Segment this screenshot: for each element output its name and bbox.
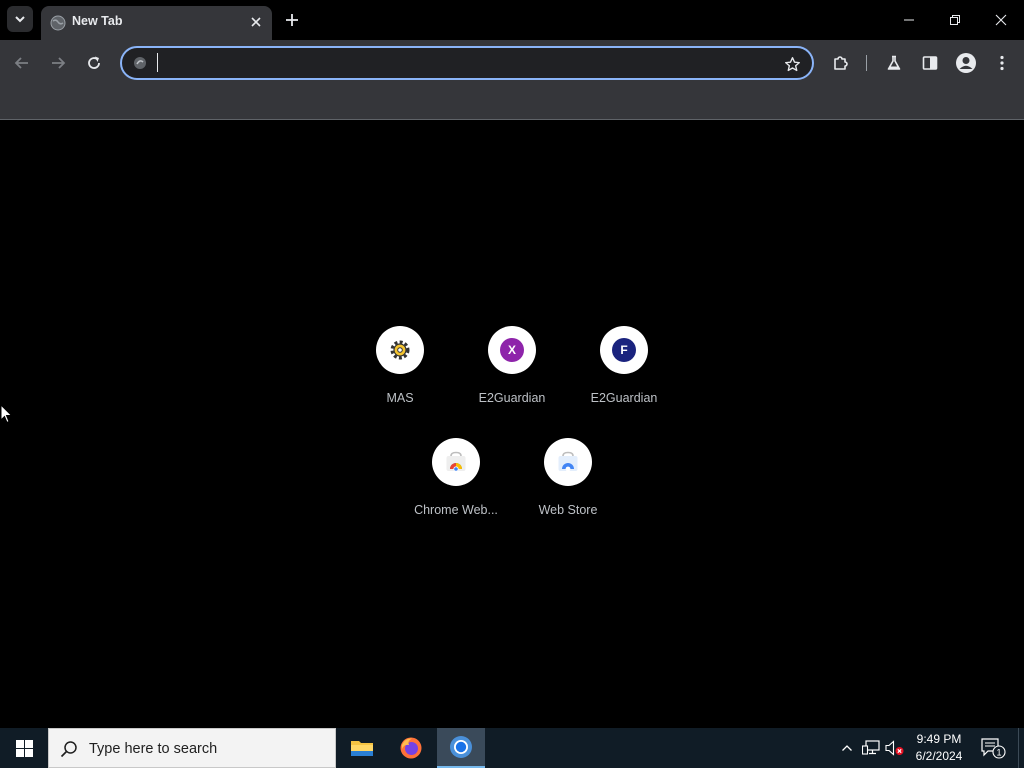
bookmarks-bar — [0, 86, 1024, 120]
network-button[interactable] — [860, 737, 882, 759]
shortcut-label: E2Guardian — [590, 391, 658, 405]
forward-button[interactable] — [45, 50, 71, 76]
action-center-button[interactable]: 1 — [978, 734, 1008, 762]
side-panel-button[interactable] — [917, 50, 943, 76]
minimize-icon — [904, 19, 914, 21]
volume-button[interactable] — [884, 737, 906, 759]
minimize-button[interactable] — [886, 0, 932, 40]
windows-logo-icon — [15, 739, 33, 757]
restore-icon — [950, 15, 960, 25]
chrome-icon — [450, 736, 472, 758]
close-icon — [995, 14, 1007, 26]
search-engine-icon — [131, 54, 149, 72]
menu-button[interactable] — [989, 50, 1015, 76]
profile-button[interactable] — [953, 50, 979, 76]
taskbar-search-input[interactable] — [89, 738, 319, 760]
shortcut-tile[interactable]: Web Store — [512, 434, 624, 546]
shortcut-icon-container: F — [600, 326, 648, 374]
taskbar-app-file-explorer[interactable] — [338, 728, 386, 768]
avatar-icon — [956, 53, 976, 73]
mouse-pointer-icon — [0, 404, 13, 424]
chevron-up-icon — [842, 745, 852, 751]
show-hidden-icons-button[interactable] — [836, 737, 858, 759]
back-button[interactable] — [9, 50, 35, 76]
tab-strip: New Tab — [0, 0, 1024, 40]
shortcut-tile[interactable]: X E2Guardian — [456, 322, 568, 434]
shortcut-tile[interactable]: Chrome Web... — [400, 434, 512, 546]
flask-icon — [887, 55, 901, 70]
close-window-button[interactable] — [978, 0, 1024, 40]
shortcut-tile[interactable]: MAS — [344, 322, 456, 434]
shortcut-icon-container — [376, 326, 424, 374]
show-desktop-button[interactable] — [1018, 728, 1024, 768]
arrow-right-icon — [52, 57, 66, 69]
shortcut-icon-container: X — [488, 326, 536, 374]
restore-button[interactable] — [932, 0, 978, 40]
tab-close-button[interactable] — [247, 13, 265, 31]
firefox-icon — [400, 737, 422, 759]
mas-gear-icon — [390, 340, 410, 360]
shortcut-label: MAS — [386, 391, 414, 405]
tab-title: New Tab — [72, 14, 123, 28]
reload-icon — [88, 56, 100, 69]
chrome-labs-button[interactable] — [881, 50, 907, 76]
search-icon — [60, 741, 77, 758]
web-store-icon — [558, 451, 578, 472]
shortcut-label: E2Guardian — [478, 391, 546, 405]
toolbar-separator — [866, 55, 867, 71]
toolbar — [0, 40, 1024, 86]
file-explorer-icon — [351, 741, 373, 756]
shortcut-label: Web Store — [538, 503, 598, 517]
close-icon — [251, 17, 261, 27]
shortcut-tile[interactable]: F E2Guardian — [568, 322, 680, 434]
omnibox-input[interactable] — [156, 52, 766, 74]
taskbar-search-box[interactable] — [48, 728, 336, 768]
taskbar: 9:49 PM 6/2/2024 1 — [0, 728, 1024, 768]
network-icon — [862, 740, 880, 755]
letter-badge-icon: F — [612, 338, 636, 362]
notification-icon: 1 — [981, 738, 1006, 759]
plus-icon — [286, 14, 298, 26]
start-button[interactable] — [0, 728, 48, 768]
star-icon — [784, 56, 800, 71]
volume-muted-icon — [885, 740, 904, 756]
shortcut-icon-container — [544, 438, 592, 486]
shortcut-label: Chrome Web... — [414, 503, 498, 517]
taskbar-app-chrome[interactable] — [437, 728, 485, 768]
new-tab-page: MAS X E2Guardian F E2Guardian Chrome Web… — [0, 121, 1024, 728]
extensions-button[interactable] — [828, 50, 854, 76]
system-clock[interactable]: 9:49 PM 6/2/2024 — [906, 731, 972, 765]
shortcut-icon-container — [432, 438, 480, 486]
side-panel-icon — [922, 56, 938, 70]
omnibox[interactable] — [120, 46, 814, 80]
taskbar-app-firefox[interactable] — [387, 728, 435, 768]
notification-count: 1 — [996, 748, 1001, 758]
bookmark-star-button[interactable] — [780, 52, 804, 76]
puzzle-icon — [834, 56, 848, 70]
letter-badge-icon: X — [500, 338, 524, 362]
tab-new-tab[interactable]: New Tab — [41, 6, 272, 40]
new-tab-button[interactable] — [281, 9, 303, 31]
text-caret — [157, 53, 158, 72]
chrome-web-store-icon — [446, 451, 466, 472]
clock-time: 9:49 PM — [916, 732, 962, 746]
tab-search-button[interactable] — [7, 6, 33, 32]
more-vert-icon — [1000, 55, 1004, 71]
clock-date: 6/2/2024 — [915, 749, 963, 763]
globe-icon — [50, 15, 66, 31]
arrow-left-icon — [14, 57, 28, 69]
chevron-down-icon — [15, 16, 25, 23]
reload-button[interactable] — [81, 50, 107, 76]
